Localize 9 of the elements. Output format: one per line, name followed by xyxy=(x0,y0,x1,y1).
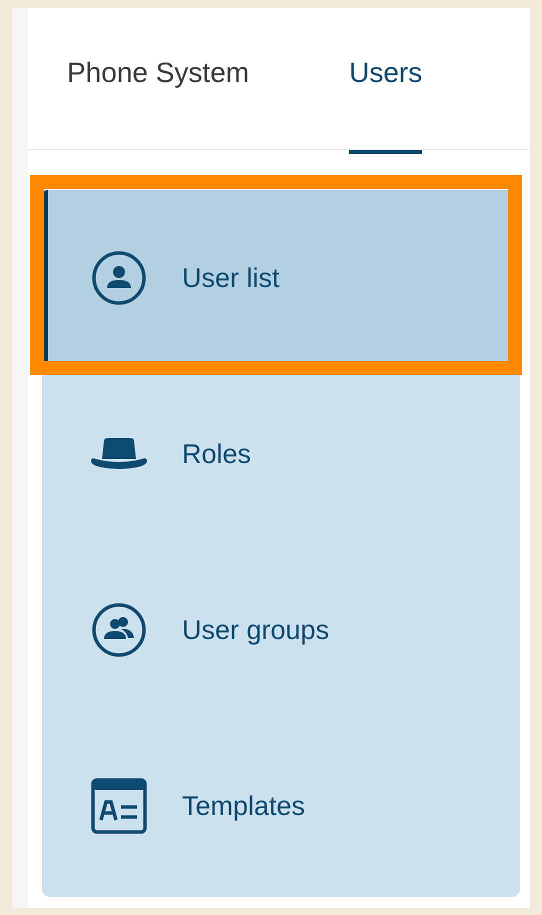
menu-item[interactable]: Templates xyxy=(42,718,520,894)
tab[interactable]: Users xyxy=(349,8,422,154)
user-icon xyxy=(91,250,147,306)
user-group-icon xyxy=(91,602,147,658)
menu-item[interactable]: User groups xyxy=(42,542,520,718)
tab[interactable]: Phone System xyxy=(67,8,250,154)
hat-icon xyxy=(90,437,148,471)
menu-item[interactable]: Roles xyxy=(42,366,520,542)
template-icon xyxy=(91,778,147,834)
